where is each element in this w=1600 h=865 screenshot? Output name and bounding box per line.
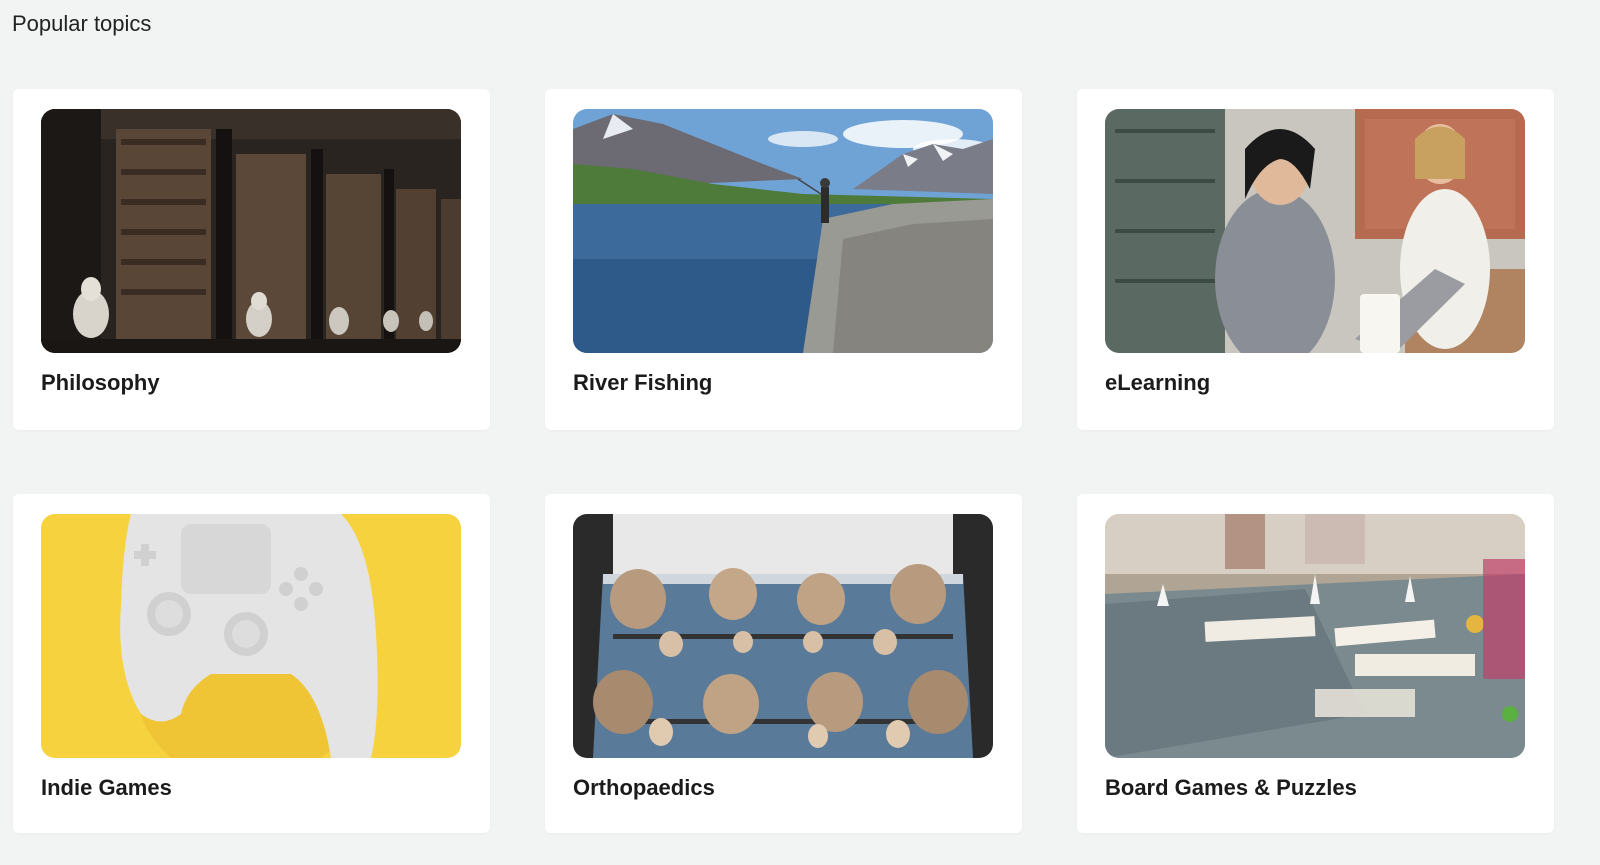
game-controller-image xyxy=(41,514,461,758)
people-with-laptop-image xyxy=(1105,109,1525,353)
river-fishing-mountains-image xyxy=(573,109,993,353)
topic-label: Board Games & Puzzles xyxy=(1105,775,1357,800)
topic-card-board-games-puzzles[interactable]: Board Games & Puzzles xyxy=(1077,494,1554,833)
topic-card-philosophy[interactable]: Philosophy xyxy=(13,89,490,430)
topic-card-indie-games[interactable]: Indie Games xyxy=(13,494,490,833)
topic-label: Philosophy xyxy=(41,370,160,395)
topic-label: Orthopaedics xyxy=(573,775,715,800)
skull-display-image xyxy=(573,514,993,758)
topic-label: Indie Games xyxy=(41,775,172,800)
topic-card-river-fishing[interactable]: River Fishing xyxy=(545,89,1022,430)
board-game-table-image xyxy=(1105,514,1525,758)
topic-label: River Fishing xyxy=(573,370,713,395)
topic-card-orthopaedics[interactable]: Orthopaedics xyxy=(545,494,1022,833)
topic-card-elearning[interactable]: eLearning xyxy=(1077,89,1554,430)
topic-label: eLearning xyxy=(1105,370,1211,395)
section-title: Popular topics xyxy=(12,11,152,36)
library-with-busts-image xyxy=(41,109,461,353)
